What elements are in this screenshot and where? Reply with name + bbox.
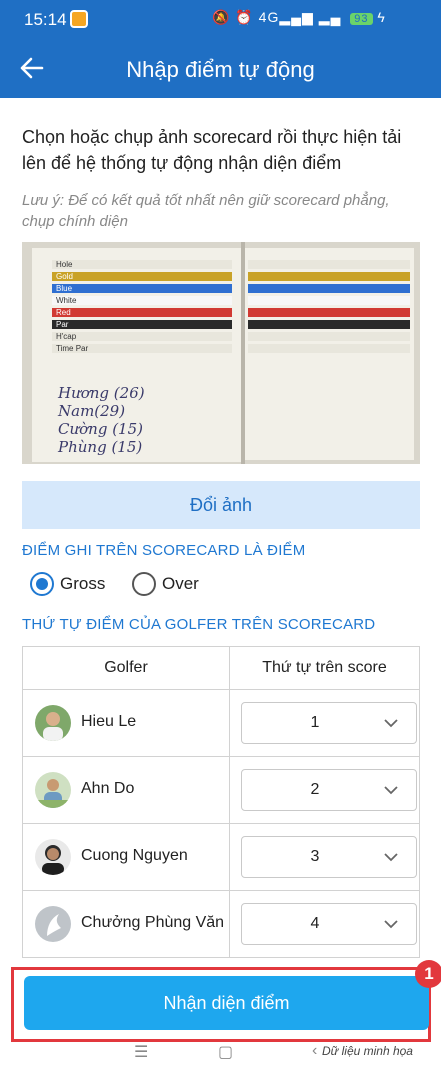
golfer-name: Cuong Nguyen	[81, 847, 188, 864]
score-type-title: ĐIỂM GHI TRÊN SCORECARD LÀ ĐIỂM	[22, 542, 306, 559]
golfer-name: Chưởng Phùng Văn	[81, 914, 225, 931]
golfer-order-table: Golfer Thứ tự trên score Hieu Le 1 Ahn D…	[22, 646, 420, 958]
table-row: Chưởng Phùng Văn 4	[23, 890, 419, 957]
scorecard-row-label: White	[56, 296, 77, 305]
scorecard-row-label: Time Par	[56, 344, 89, 353]
order-value: 2	[310, 781, 320, 798]
avatar	[35, 839, 71, 875]
order-select[interactable]: 1	[241, 702, 417, 744]
handwritten-name: Cường (15)	[58, 420, 143, 438]
golfer-column-header: Golfer	[104, 659, 148, 676]
scorecard-photo[interactable]: Hole Gold Blue White Red Par H'cap Time Par Hươ…	[22, 242, 420, 464]
instruction-text: Chọn hoặc chụp ảnh scorecard rồi thực hi…	[22, 127, 402, 173]
gross-radio-label[interactable]: Gross	[60, 574, 105, 594]
notification-app-icon	[70, 10, 88, 28]
order-value: 4	[310, 915, 320, 932]
change-image-button[interactable]: Đổi ảnh	[22, 481, 420, 529]
scorecard-row-label: Gold	[56, 272, 73, 281]
table-row: Hieu Le 1	[23, 689, 419, 756]
recognize-score-button[interactable]: Nhận diện điểm	[24, 976, 429, 1030]
scorecard-row-back	[248, 272, 410, 281]
scorecard-row: Gold	[52, 272, 232, 281]
scorecard-row: Time Par	[52, 344, 232, 353]
scorecard-row-back	[248, 332, 410, 341]
order-value: 1	[310, 714, 320, 731]
table-row: Cuong Nguyen 3	[23, 823, 419, 890]
note-text: Lưu ý: Để có kết quả tốt nhất nên giữ sc…	[22, 192, 390, 230]
status-icons: 🔕 ⏰ 4G▂▄▆ ▂▄ 93 ϟ	[212, 9, 386, 26]
golfer-name: Ahn Do	[81, 780, 135, 797]
order-value: 3	[310, 848, 320, 865]
scorecard-fold	[241, 242, 245, 464]
app-bar: Nhập điểm tự động	[0, 40, 441, 98]
scorecard-row-label: Hole	[56, 260, 73, 269]
golfer-name: Hieu Le	[81, 713, 137, 730]
chevron-down-icon	[384, 853, 398, 862]
scorecard-row: White	[52, 296, 232, 305]
scorecard-row: H'cap	[52, 332, 232, 341]
chevron-down-icon	[384, 786, 398, 795]
scorecard-row-back	[248, 344, 410, 353]
mute-icon: 🔕	[212, 9, 231, 25]
order-select[interactable]: 3	[241, 836, 417, 878]
order-select[interactable]: 2	[241, 769, 417, 811]
step-badge: 1	[415, 960, 441, 988]
signal-2-icon: ▂▄	[318, 9, 342, 25]
scorecard-row-back	[248, 308, 410, 317]
golfer-order-title: THỨ TỰ ĐIỂM CỦA GOLFER TRÊN SCORECARD	[22, 616, 376, 633]
watermark: Dữ liệu minh họa	[322, 1044, 413, 1058]
status-bar: 15:14 🔕 ⏰ 4G▂▄▆ ▂▄ 93 ϟ	[0, 0, 441, 40]
scorecard-row-back	[248, 260, 410, 269]
scorecard-row-back	[248, 320, 410, 329]
order-select[interactable]: 4	[241, 903, 417, 945]
over-radio-label[interactable]: Over	[162, 574, 199, 594]
scorecard-row-back	[248, 296, 410, 305]
scorecard-row: Hole	[52, 260, 232, 269]
handwritten-name: Phùng (15)	[58, 438, 143, 456]
signal-icon: ▂▄▆	[279, 9, 314, 25]
gross-radio[interactable]	[30, 572, 54, 596]
avatar	[35, 772, 71, 808]
network-label: 4G	[258, 9, 280, 25]
chevron-down-icon	[384, 920, 398, 929]
home-icon[interactable]: ▢	[218, 1042, 233, 1062]
order-column-header: Thứ tự trên score	[262, 659, 387, 676]
scorecard-row: Red	[52, 308, 232, 317]
scorecard-row: Par	[52, 320, 232, 329]
handwritten-name: Nam(29)	[58, 402, 126, 420]
chevron-down-icon	[384, 719, 398, 728]
page-title: Nhập điểm tự động	[126, 57, 315, 82]
handwritten-name: Hương (26)	[58, 384, 145, 402]
scorecard-row: Blue	[52, 284, 232, 293]
scorecard-row-label: Par	[56, 320, 69, 329]
scorecard-row-label: Red	[56, 308, 71, 317]
status-time: 15:14	[24, 10, 67, 29]
avatar	[35, 705, 71, 741]
scorecard-row-label: Blue	[56, 284, 73, 293]
charging-icon: ϟ	[377, 9, 386, 25]
avatar	[35, 906, 71, 942]
menu-icon[interactable]: ☰	[134, 1042, 148, 1062]
scorecard-row-label: H'cap	[56, 332, 77, 341]
battery-icon: 93	[350, 13, 373, 25]
over-radio[interactable]	[132, 572, 156, 596]
table-row: Ahn Do 2	[23, 756, 419, 823]
back-icon[interactable]: ‹	[312, 1042, 317, 1060]
scorecard-row-back	[248, 284, 410, 293]
alarm-icon: ⏰	[235, 9, 254, 25]
